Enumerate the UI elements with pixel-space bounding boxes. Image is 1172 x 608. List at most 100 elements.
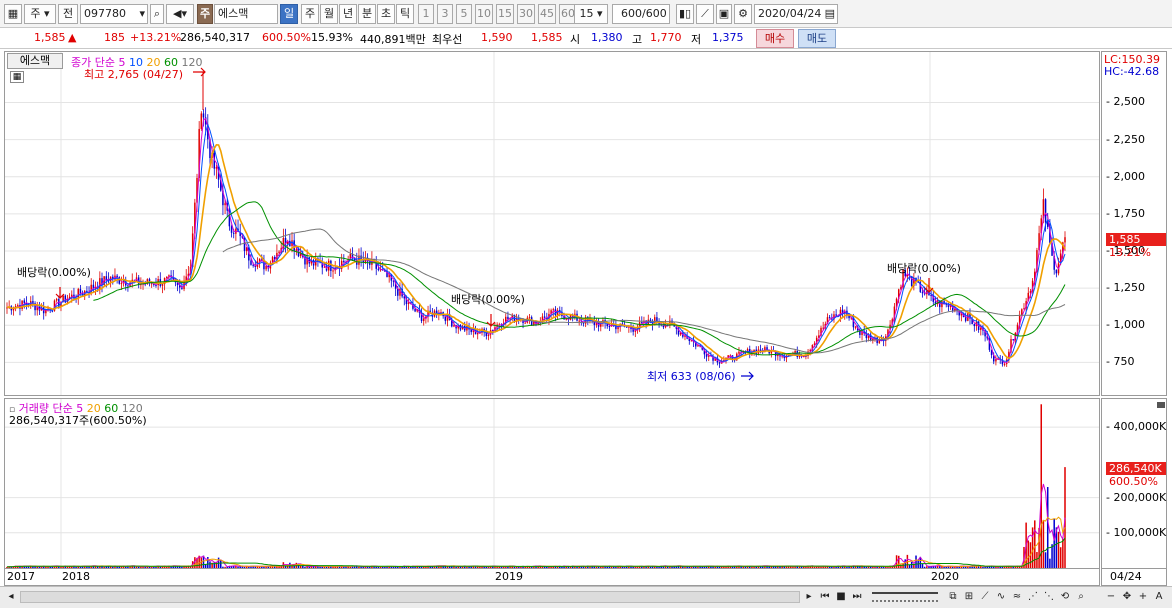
candle-body [964, 317, 967, 321]
reset-icon[interactable]: ⟲ [1058, 590, 1072, 604]
volume-bar [688, 566, 691, 568]
interval-select[interactable]: 15 ▾ [574, 4, 608, 24]
volume-bar [1062, 538, 1064, 568]
volume-bar [189, 566, 192, 568]
stop-icon[interactable]: ■ [834, 590, 848, 604]
volume-bar [589, 566, 591, 568]
volume-bar [455, 566, 457, 568]
volume-tick-2: - 100,000K [1106, 525, 1167, 539]
stock-code-value: 097780 [84, 7, 126, 20]
candle-body [608, 326, 611, 328]
stock-name-field[interactable]: 에스맥 [214, 4, 278, 24]
save-icon[interactable]: ▣ [716, 4, 732, 24]
interval-button-10[interactable]: 10 [475, 4, 493, 24]
text-tool-icon[interactable]: A [1152, 590, 1166, 604]
volume-bar [904, 559, 906, 568]
date-field[interactable]: 2020/04/24 ▤ [754, 4, 838, 24]
count-field[interactable]: 600/600 [612, 4, 670, 24]
rewind-icon[interactable]: ⏮ [818, 590, 832, 604]
period-tab-4[interactable]: 분 [358, 4, 376, 24]
x-label-2019: 2019 [495, 570, 523, 583]
period-tab-6[interactable]: 틱 [396, 4, 414, 24]
horizontal-scrollbar[interactable] [20, 591, 800, 603]
price-chart-panel[interactable]: 에스맥 ▦ 종가 단순 5 10 20 60 120 최고 2,765 (04/… [4, 51, 1100, 396]
period-tab-5[interactable]: 초 [377, 4, 395, 24]
chevron-down-icon: ▾ [139, 7, 145, 20]
minus-icon[interactable]: − [1104, 590, 1118, 604]
candle-body [55, 299, 58, 301]
zoom-slider[interactable] [872, 592, 938, 602]
volume-bar [45, 566, 47, 568]
price-chart[interactable] [5, 52, 1099, 395]
volume-bar [1053, 518, 1055, 568]
interval-button-3[interactable]: 3 [437, 4, 453, 24]
speaker-icon[interactable]: ◀▾ [166, 4, 194, 24]
volume-bar [1057, 531, 1060, 568]
gear-icon[interactable]: ⚙ [734, 4, 752, 24]
stock-code-input[interactable]: 097780 ▾ [80, 4, 148, 24]
interval-button-15[interactable]: 15 [496, 4, 514, 24]
sell-button[interactable]: 매도 [798, 29, 836, 48]
indicator-icon[interactable]: ⧉ [946, 590, 960, 604]
volume-bar [649, 566, 652, 568]
line-tool-icon[interactable]: ⟋ [978, 590, 992, 604]
chart-layout-icon[interactable]: ▦ [4, 4, 22, 24]
scroll-left-icon[interactable]: ◂ [4, 590, 18, 604]
volume-bar [209, 561, 211, 568]
prev-button[interactable]: 전 [58, 4, 78, 24]
volume-bar [166, 566, 168, 568]
candle-body [17, 305, 19, 307]
interval-button-1[interactable]: 1 [418, 4, 434, 24]
fib-tool-icon[interactable]: ⋰ [1026, 590, 1040, 604]
wave-tool-icon[interactable]: ≈ [1010, 590, 1024, 604]
period-tab-3[interactable]: 년 [339, 4, 357, 24]
volume-bar [479, 566, 481, 568]
candle-body [777, 354, 779, 357]
volume-bar [215, 562, 218, 568]
draw-tool-icon[interactable]: ⟋ [696, 4, 714, 24]
vol-ma20-line [6, 516, 1066, 568]
dividend-label-1: 배당락(0.00%) [17, 266, 91, 279]
volume-bar [349, 566, 352, 568]
candle-body [232, 232, 235, 234]
period-tab-2[interactable]: 월 [320, 4, 338, 24]
volume-tick-0: - 400,000K [1106, 420, 1167, 434]
volume-bar [897, 555, 900, 568]
minimize-icon[interactable] [1157, 402, 1165, 408]
scroll-right-icon[interactable]: ▸ [802, 590, 816, 604]
volume-bar [304, 566, 306, 568]
candle-body [718, 362, 721, 364]
volume-bar [610, 566, 613, 568]
interval-button-5[interactable]: 5 [456, 4, 472, 24]
volume-chart[interactable] [5, 399, 1099, 568]
volume-bar [846, 566, 848, 568]
magnifier-icon[interactable]: ⌕ [1074, 590, 1088, 604]
period-tab-0[interactable]: 일 [280, 4, 298, 24]
interval-button-45[interactable]: 45 [538, 4, 556, 24]
compare-icon[interactable]: ⊞ [962, 590, 976, 604]
market-select[interactable]: 주 ▾ [24, 4, 56, 24]
search-icon[interactable]: ⌕ [150, 4, 164, 24]
plus-icon[interactable]: + [1136, 590, 1150, 604]
candles [6, 107, 1066, 368]
price-tick-1: - 2,250 [1106, 132, 1145, 146]
grid-table-icon[interactable]: ▦ [10, 71, 24, 83]
curve-tool-icon[interactable]: ∿ [994, 590, 1008, 604]
volume-bars [6, 404, 1066, 568]
candle-body [377, 268, 380, 270]
period-tab-1[interactable]: 주 [301, 4, 319, 24]
fast-forward-icon[interactable]: ⏭ [850, 590, 864, 604]
candle-type-icon[interactable]: ▮▯ [676, 4, 694, 24]
move-icon[interactable]: ✥ [1120, 590, 1134, 604]
volume-chart-panel[interactable]: ▫ 거래량 단순 5 20 60 120 286,540,317주(600.50… [4, 398, 1100, 569]
volume-bar [908, 564, 911, 568]
dividend-label-2: 배당락(0.00%) [451, 293, 525, 306]
price-axis: LC:150.39 HC:-42.68 - 2,500- 2,250- 2,00… [1101, 51, 1167, 396]
stock-tab[interactable]: 에스맥 [7, 53, 63, 69]
volume-bar [103, 566, 105, 568]
pattern-tool-icon[interactable]: ⋱ [1042, 590, 1056, 604]
interval-button-30[interactable]: 30 [517, 4, 535, 24]
legend-ma120: 120 [181, 56, 203, 69]
buy-button[interactable]: 매수 [756, 29, 794, 48]
volume-bar [828, 566, 831, 568]
